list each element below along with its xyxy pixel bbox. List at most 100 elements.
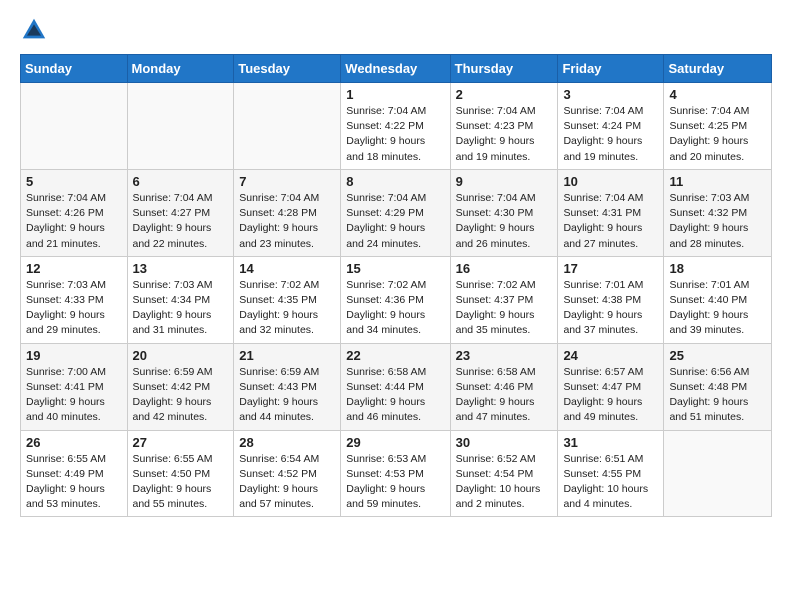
calendar-header-row: SundayMondayTuesdayWednesdayThursdayFrid…	[21, 55, 772, 83]
day-info: Sunrise: 7:04 AM Sunset: 4:31 PM Dayligh…	[563, 191, 658, 252]
calendar-week-row: 26 Sunrise: 6:55 AM Sunset: 4:49 PM Dayli…	[21, 430, 772, 517]
day-info: Sunrise: 7:04 AM Sunset: 4:24 PM Dayligh…	[563, 104, 658, 165]
day-info: Sunrise: 6:55 AM Sunset: 4:49 PM Dayligh…	[26, 452, 122, 513]
calendar-cell: 28Sunrise: 6:54 AM Sunset: 4:52 PM Dayli…	[234, 430, 341, 517]
day-number: 15	[346, 261, 444, 276]
day-number: 1	[346, 87, 444, 102]
day-number: 6	[133, 174, 229, 189]
weekday-header: Friday	[558, 55, 664, 83]
calendar-cell: 30 Sunrise: 6:52 AM Sunset: 4:54 PM Dayli…	[450, 430, 558, 517]
day-number: 20	[133, 348, 229, 363]
calendar-cell: 7 Sunrise: 7:04 AM Sunset: 4:28 PM Daylig…	[234, 169, 341, 256]
day-info: Sunrise: 7:02 AM Sunset: 4:36 PM Dayligh…	[346, 278, 444, 339]
day-number: 7	[239, 174, 335, 189]
day-info: Sunrise: 7:04 AM Sunset: 4:27 PM Dayligh…	[133, 191, 229, 252]
calendar-week-row: 12 Sunrise: 7:03 AM Sunset: 4:33 PM Dayli…	[21, 256, 772, 343]
day-number: 25	[669, 348, 766, 363]
day-number: 29	[346, 435, 444, 450]
calendar-cell: 22 Sunrise: 6:58 AM Sunset: 4:44 PM Dayli…	[341, 343, 450, 430]
day-number: 16	[456, 261, 553, 276]
calendar-cell: 20 Sunrise: 6:59 AM Sunset: 4:42 PM Dayli…	[127, 343, 234, 430]
day-number: 31	[563, 435, 658, 450]
day-info: Sunrise: 7:02 AM Sunset: 4:35 PM Dayligh…	[239, 278, 335, 339]
day-info: Sunrise: 7:03 AM Sunset: 4:33 PM Dayligh…	[26, 278, 122, 339]
day-number: 18	[669, 261, 766, 276]
day-info: Sunrise: 7:01 AM Sunset: 4:38 PM Dayligh…	[563, 278, 658, 339]
calendar-cell: 12 Sunrise: 7:03 AM Sunset: 4:33 PM Dayli…	[21, 256, 128, 343]
calendar-cell: 15 Sunrise: 7:02 AM Sunset: 4:36 PM Dayli…	[341, 256, 450, 343]
day-info: Sunrise: 7:00 AM Sunset: 4:41 PM Dayligh…	[26, 365, 122, 426]
day-number: 14	[239, 261, 335, 276]
calendar-cell: 13Sunrise: 7:03 AM Sunset: 4:34 PM Dayli…	[127, 256, 234, 343]
day-number: 12	[26, 261, 122, 276]
logo	[20, 16, 52, 44]
day-info: Sunrise: 6:59 AM Sunset: 4:42 PM Dayligh…	[133, 365, 229, 426]
calendar-cell: 8 Sunrise: 7:04 AM Sunset: 4:29 PM Daylig…	[341, 169, 450, 256]
calendar-cell: 24 Sunrise: 6:57 AM Sunset: 4:47 PM Dayli…	[558, 343, 664, 430]
day-number: 21	[239, 348, 335, 363]
calendar-cell: 19 Sunrise: 7:00 AM Sunset: 4:41 PM Dayli…	[21, 343, 128, 430]
day-info: Sunrise: 7:04 AM Sunset: 4:28 PM Dayligh…	[239, 191, 335, 252]
weekday-header: Monday	[127, 55, 234, 83]
calendar-cell: 1 Sunrise: 7:04 AM Sunset: 4:22 PM Daylig…	[341, 83, 450, 170]
day-info: Sunrise: 6:54 AM Sunset: 4:52 PM Dayligh…	[239, 452, 335, 513]
calendar-cell: 27 Sunrise: 6:55 AM Sunset: 4:50 PM Dayli…	[127, 430, 234, 517]
day-number: 30	[456, 435, 553, 450]
day-info: Sunrise: 7:01 AM Sunset: 4:40 PM Dayligh…	[669, 278, 766, 339]
day-number: 24	[563, 348, 658, 363]
day-info: Sunrise: 7:02 AM Sunset: 4:37 PM Dayligh…	[456, 278, 553, 339]
day-number: 23	[456, 348, 553, 363]
day-number: 11	[669, 174, 766, 189]
calendar-cell: 23 Sunrise: 6:58 AM Sunset: 4:46 PM Dayli…	[450, 343, 558, 430]
day-number: 26	[26, 435, 122, 450]
weekday-header: Sunday	[21, 55, 128, 83]
day-info: Sunrise: 6:58 AM Sunset: 4:44 PM Dayligh…	[346, 365, 444, 426]
day-info: Sunrise: 7:04 AM Sunset: 4:29 PM Dayligh…	[346, 191, 444, 252]
weekday-header: Tuesday	[234, 55, 341, 83]
calendar-week-row: 19 Sunrise: 7:00 AM Sunset: 4:41 PM Dayli…	[21, 343, 772, 430]
day-number: 27	[133, 435, 229, 450]
calendar-cell: 17Sunrise: 7:01 AM Sunset: 4:38 PM Dayli…	[558, 256, 664, 343]
day-number: 9	[456, 174, 553, 189]
calendar-cell: 31 Sunrise: 6:51 AM Sunset: 4:55 PM Dayli…	[558, 430, 664, 517]
day-info: Sunrise: 6:52 AM Sunset: 4:54 PM Dayligh…	[456, 452, 553, 513]
day-info: Sunrise: 7:04 AM Sunset: 4:30 PM Dayligh…	[456, 191, 553, 252]
calendar-cell: 10 Sunrise: 7:04 AM Sunset: 4:31 PM Dayli…	[558, 169, 664, 256]
day-info: Sunrise: 7:04 AM Sunset: 4:22 PM Dayligh…	[346, 104, 444, 165]
day-info: Sunrise: 7:04 AM Sunset: 4:23 PM Dayligh…	[456, 104, 553, 165]
day-number: 10	[563, 174, 658, 189]
day-number: 8	[346, 174, 444, 189]
day-info: Sunrise: 6:57 AM Sunset: 4:47 PM Dayligh…	[563, 365, 658, 426]
calendar-cell: 29Sunrise: 6:53 AM Sunset: 4:53 PM Dayli…	[341, 430, 450, 517]
calendar-week-row: 5Sunrise: 7:04 AM Sunset: 4:26 PM Daylig…	[21, 169, 772, 256]
day-info: Sunrise: 6:56 AM Sunset: 4:48 PM Dayligh…	[669, 365, 766, 426]
day-number: 22	[346, 348, 444, 363]
calendar-week-row: 1 Sunrise: 7:04 AM Sunset: 4:22 PM Daylig…	[21, 83, 772, 170]
day-info: Sunrise: 6:59 AM Sunset: 4:43 PM Dayligh…	[239, 365, 335, 426]
day-number: 3	[563, 87, 658, 102]
calendar-cell: 21 Sunrise: 6:59 AM Sunset: 4:43 PM Dayli…	[234, 343, 341, 430]
weekday-header: Wednesday	[341, 55, 450, 83]
day-info: Sunrise: 7:04 AM Sunset: 4:26 PM Dayligh…	[26, 191, 122, 252]
calendar-cell: 18 Sunrise: 7:01 AM Sunset: 4:40 PM Dayli…	[664, 256, 772, 343]
day-info: Sunrise: 6:58 AM Sunset: 4:46 PM Dayligh…	[456, 365, 553, 426]
calendar: SundayMondayTuesdayWednesdayThursdayFrid…	[20, 54, 772, 517]
calendar-cell: 3 Sunrise: 7:04 AM Sunset: 4:24 PM Daylig…	[558, 83, 664, 170]
day-number: 19	[26, 348, 122, 363]
calendar-cell: 14 Sunrise: 7:02 AM Sunset: 4:35 PM Dayli…	[234, 256, 341, 343]
page: SundayMondayTuesdayWednesdayThursdayFrid…	[0, 0, 792, 533]
day-info: Sunrise: 7:03 AM Sunset: 4:34 PM Dayligh…	[133, 278, 229, 339]
calendar-cell: 2Sunrise: 7:04 AM Sunset: 4:23 PM Daylig…	[450, 83, 558, 170]
calendar-cell	[21, 83, 128, 170]
calendar-cell: 4Sunrise: 7:04 AM Sunset: 4:25 PM Daylig…	[664, 83, 772, 170]
day-info: Sunrise: 6:51 AM Sunset: 4:55 PM Dayligh…	[563, 452, 658, 513]
weekday-header: Thursday	[450, 55, 558, 83]
calendar-cell: 9 Sunrise: 7:04 AM Sunset: 4:30 PM Daylig…	[450, 169, 558, 256]
day-info: Sunrise: 6:55 AM Sunset: 4:50 PM Dayligh…	[133, 452, 229, 513]
calendar-cell: 25 Sunrise: 6:56 AM Sunset: 4:48 PM Dayli…	[664, 343, 772, 430]
logo-icon	[20, 16, 48, 44]
day-number: 4	[669, 87, 766, 102]
header	[20, 16, 772, 44]
calendar-cell: 5Sunrise: 7:04 AM Sunset: 4:26 PM Daylig…	[21, 169, 128, 256]
calendar-cell	[234, 83, 341, 170]
